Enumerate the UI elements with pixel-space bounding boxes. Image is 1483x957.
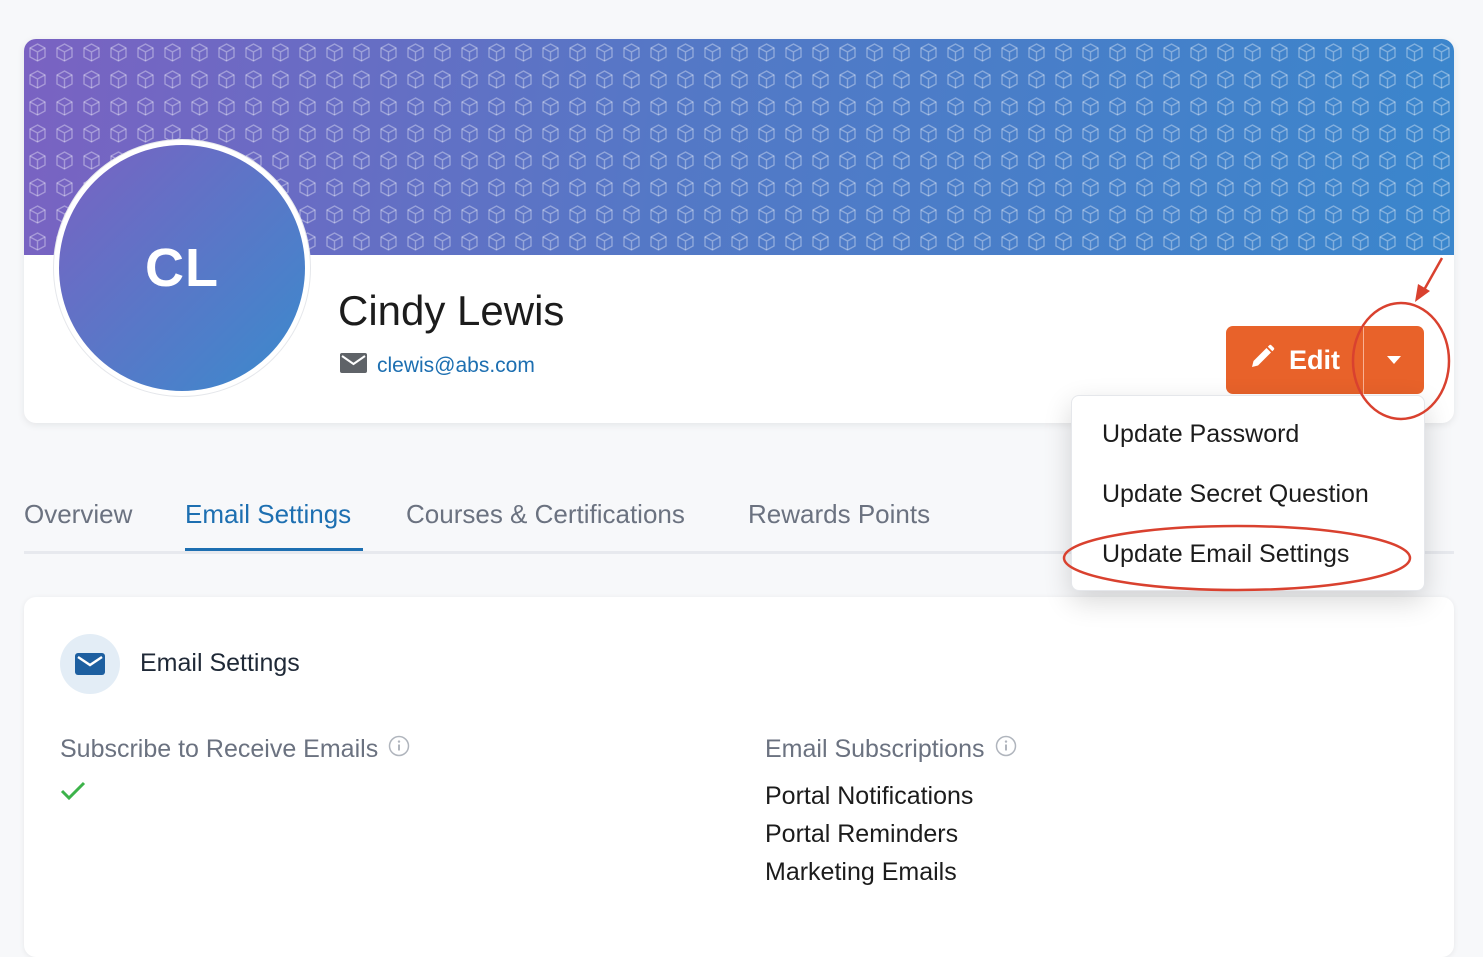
subscribe-label-text: Subscribe to Receive Emails (60, 735, 379, 763)
subscriptions-label-text: Email Subscriptions (765, 735, 985, 763)
section-title: Email Settings (140, 649, 300, 677)
profile-card: CL Cindy Lewis clewis@abs.com Edit (24, 39, 1454, 423)
active-tab-indicator (185, 548, 363, 551)
menu-item-update-secret-question[interactable]: Update Secret Question (1102, 480, 1369, 509)
edit-dropdown-menu: Update Password Update Secret Question U… (1071, 395, 1425, 591)
edit-button-group: Edit (1226, 326, 1424, 394)
edit-button[interactable]: Edit (1226, 326, 1364, 394)
list-item: Portal Notifications (765, 782, 974, 810)
avatar-initials: CL (59, 145, 305, 391)
edit-button-label: Edit (1289, 344, 1340, 375)
email-settings-card: Email Settings Subscribe to Receive Emai… (24, 597, 1454, 957)
user-name: Cindy Lewis (338, 287, 565, 334)
info-icon[interactable] (995, 735, 1017, 764)
caret-down-icon (1387, 351, 1401, 369)
user-email-row: clewis@abs.com (340, 353, 535, 378)
info-icon[interactable] (388, 735, 410, 764)
menu-item-update-password[interactable]: Update Password (1102, 420, 1299, 449)
envelope-icon (340, 353, 367, 378)
user-email-link[interactable]: clewis@abs.com (377, 354, 535, 378)
menu-item-update-email-settings[interactable]: Update Email Settings (1102, 540, 1349, 569)
list-item: Marketing Emails (765, 858, 957, 886)
pencil-icon (1249, 344, 1275, 377)
section-envelope-icon (60, 634, 120, 694)
subscriptions-label: Email Subscriptions (765, 735, 1017, 764)
edit-dropdown-toggle[interactable] (1364, 326, 1424, 394)
list-item: Portal Reminders (765, 820, 959, 848)
check-icon (60, 781, 86, 806)
subscriptions-list: Portal Notifications Portal Reminders Ma… (765, 777, 973, 891)
subscribe-label: Subscribe to Receive Emails (60, 735, 410, 764)
tab-overview[interactable]: Overview (24, 499, 132, 530)
avatar: CL (54, 140, 310, 396)
tab-rewards-points[interactable]: Rewards Points (748, 499, 930, 530)
tab-courses-certifications[interactable]: Courses & Certifications (406, 499, 685, 530)
tab-email-settings[interactable]: Email Settings (185, 499, 351, 530)
